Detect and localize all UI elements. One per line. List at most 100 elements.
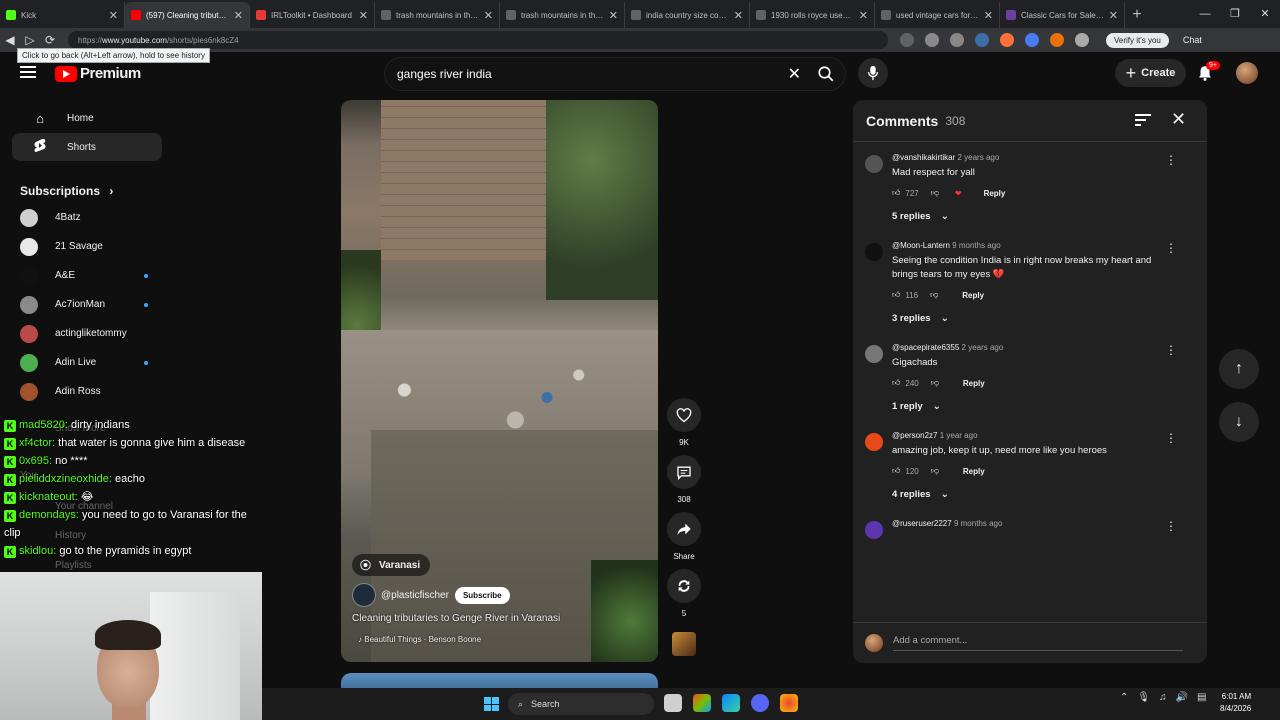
youtube-logo[interactable]: Premium <box>55 65 141 82</box>
headset-icon[interactable]: ♫ <box>1159 692 1167 703</box>
copilot-chat-button[interactable]: Chat <box>1183 35 1202 45</box>
sidebar-channel[interactable]: Ac7ionMan <box>0 290 175 319</box>
chevron-up-icon[interactable]: ⌃ <box>1120 692 1128 703</box>
close-tab-icon[interactable]: ✕ <box>109 9 118 22</box>
close-tab-icon[interactable]: ✕ <box>859 9 868 22</box>
view-replies-button[interactable]: 3 replies ⌄ <box>892 306 1177 332</box>
star-icon[interactable] <box>950 33 964 47</box>
comment-list[interactable]: @vanshikakirtikar 2 years ago ⋮ Mad respec… <box>853 150 1207 620</box>
search-input[interactable] <box>385 67 765 81</box>
view-replies-button[interactable]: 1 reply ⌄ <box>892 394 1177 420</box>
zoom-icon[interactable] <box>925 33 939 47</box>
commenter-avatar[interactable] <box>865 345 883 363</box>
minimize-icon[interactable]: — <box>1190 0 1220 28</box>
thumbs-up-icon[interactable]: 👍︎ <box>892 466 900 476</box>
more-options-icon[interactable]: ⋮ <box>1165 241 1177 255</box>
remix-button[interactable] <box>667 569 701 603</box>
close-window-icon[interactable]: ✕ <box>1250 0 1280 28</box>
more-options-icon[interactable]: ⋮ <box>1165 153 1177 167</box>
thumbs-down-icon[interactable]: 👎︎ <box>931 188 939 198</box>
close-comments-icon[interactable]: ✕ <box>1171 109 1186 130</box>
sidebar-item-playlists[interactable]: Playlists <box>55 560 92 571</box>
menu-icon[interactable] <box>20 66 36 81</box>
voice-search-button[interactable] <box>858 58 888 88</box>
create-button[interactable]: + Create <box>1115 59 1186 87</box>
new-tab-icon[interactable]: + <box>1125 2 1149 28</box>
close-tab-icon[interactable]: ✕ <box>484 9 493 22</box>
comment-author[interactable]: @Moon-Lantern <box>892 241 950 250</box>
search-button[interactable] <box>807 58 845 90</box>
thumbs-down-icon[interactable]: 👎︎ <box>931 466 939 476</box>
commenter-avatar[interactable] <box>865 243 883 261</box>
short-title[interactable]: Cleaning tributaries to Genge River in V… <box>352 613 560 624</box>
subscribe-button[interactable]: Subscribe <box>454 586 510 604</box>
browser-tab[interactable]: trash mountains in the us ✕ <box>375 2 500 28</box>
browser-tab[interactable]: IRLToolkit • Dashboard ✕ <box>250 2 375 28</box>
notifications-button[interactable]: 9+ <box>1196 61 1220 85</box>
short-music-label[interactable]: ♪ Beautiful Things · Benson Boone <box>358 635 481 644</box>
channel-avatar[interactable] <box>352 583 376 607</box>
more-options-icon[interactable]: ⋮ <box>1165 343 1177 357</box>
thumbs-down-icon[interactable]: 👎︎ <box>930 290 938 300</box>
browser-tab[interactable]: Kick ✕ <box>0 2 125 28</box>
comment-author[interactable]: @vanshikakirtikar <box>892 153 955 162</box>
sort-button[interactable] <box>1135 113 1151 130</box>
extension-icon[interactable] <box>900 33 914 47</box>
comments-button[interactable] <box>667 455 701 489</box>
back-arrow-icon[interactable]: ◀ <box>0 33 20 47</box>
sidebar-channel[interactable]: A&E <box>0 261 175 290</box>
close-tab-icon[interactable]: ✕ <box>1109 9 1118 22</box>
browser-tab[interactable]: Classic Cars for Sale Near ✕ <box>1000 2 1125 28</box>
commenter-avatar[interactable] <box>865 433 883 451</box>
network-icon[interactable]: ▤ <box>1197 692 1206 703</box>
edge-icon[interactable] <box>722 694 740 712</box>
view-replies-button[interactable]: 5 replies ⌄ <box>892 204 1177 230</box>
more-options-icon[interactable]: ⋮ <box>1165 519 1177 533</box>
add-comment-input[interactable]: Add a comment... <box>893 635 1183 651</box>
browser-tab[interactable]: india country size compared ✕ <box>625 2 750 28</box>
thumbs-up-icon[interactable]: 👍︎ <box>892 188 900 198</box>
sidebar-channel[interactable]: 21 Savage <box>0 232 175 261</box>
browser-tab[interactable]: 1930 rolls royce used un ✕ <box>750 2 875 28</box>
sidebar-channel[interactable]: actingliketommy <box>0 319 175 348</box>
mic-tray-icon[interactable]: 🎙 <box>1137 692 1150 703</box>
browser-tab[interactable]: trash mountains in the us ✕ <box>500 2 625 28</box>
sound-thumbnail[interactable] <box>672 632 696 656</box>
task-view-icon[interactable] <box>664 694 682 712</box>
previous-short-button[interactable]: ↑ <box>1219 349 1259 389</box>
browser-tab[interactable]: used vintage cars for sale ✕ <box>875 2 1000 28</box>
shield-icon[interactable] <box>975 33 989 47</box>
puzzle-icon[interactable] <box>1075 33 1089 47</box>
reply-button[interactable]: Reply <box>963 379 985 388</box>
chrome-icon[interactable] <box>780 694 798 712</box>
taskbar-search[interactable]: ⌕ Search <box>508 693 654 715</box>
close-tab-icon[interactable]: ✕ <box>984 9 993 22</box>
commenter-avatar[interactable] <box>865 521 883 539</box>
location-chip[interactable]: ⦿ Varanasi <box>352 554 431 576</box>
close-tab-icon[interactable]: ✕ <box>609 9 618 22</box>
next-short-button[interactable]: ↓ <box>1219 402 1259 442</box>
extension-blue-icon[interactable] <box>1025 33 1039 47</box>
sidebar-channel[interactable]: Adin Ross <box>0 377 175 406</box>
volume-icon[interactable]: 🔊 <box>1176 692 1188 703</box>
channel-handle[interactable]: @plasticfischer <box>381 590 449 601</box>
subscriptions-heading[interactable]: Subscriptions › <box>0 179 175 203</box>
reload-icon[interactable]: ⟳ <box>40 33 60 47</box>
close-tab-icon[interactable]: ✕ <box>359 9 368 22</box>
sidebar-item-home[interactable]: ⌂ Home <box>12 104 162 132</box>
clear-search-icon[interactable]: ✕ <box>788 64 801 84</box>
browser-tab[interactable]: (597) Cleaning tributaries ✕ <box>125 2 250 28</box>
taskbar-clock[interactable]: 6:01 AM 8/4/2026 <box>1220 691 1251 715</box>
thumbs-up-icon[interactable]: 👍︎ <box>892 290 900 300</box>
share-button[interactable] <box>667 512 701 546</box>
shorts-video-player[interactable] <box>341 100 658 662</box>
restore-icon[interactable]: ❐ <box>1220 0 1250 28</box>
more-options-icon[interactable]: ⋮ <box>1165 431 1177 445</box>
view-replies-button[interactable]: 4 replies ⌄ <box>892 482 1177 508</box>
reply-button[interactable]: Reply <box>962 291 984 300</box>
comment-author[interactable]: @spacepirate6355 <box>892 343 959 352</box>
verify-button[interactable]: Verify it's you <box>1106 32 1169 48</box>
reply-button[interactable]: Reply <box>984 189 1006 198</box>
thumbs-up-icon[interactable]: 👍︎ <box>892 378 900 388</box>
close-tab-icon[interactable]: ✕ <box>234 9 243 22</box>
